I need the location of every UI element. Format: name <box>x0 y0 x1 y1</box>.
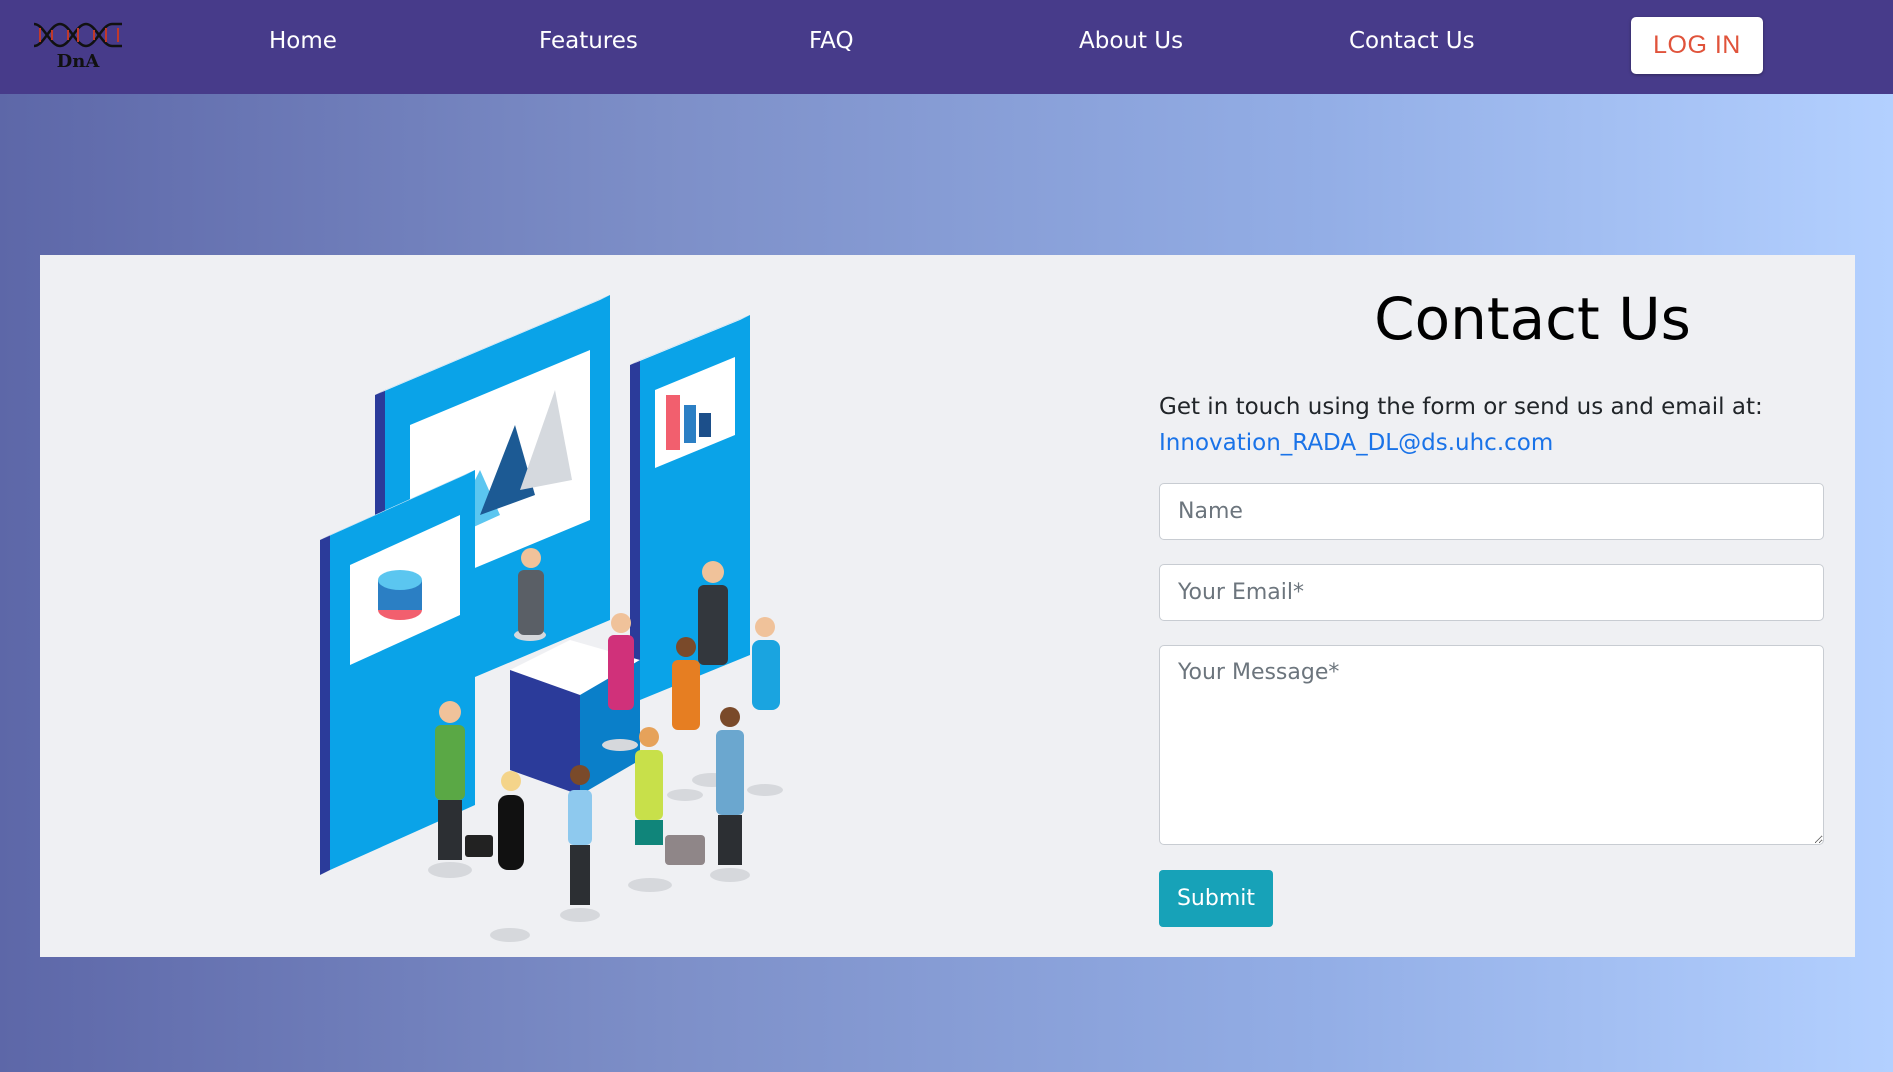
message-field[interactable] <box>1159 645 1824 845</box>
logo-text: DnA <box>56 51 100 72</box>
email-link[interactable]: Innovation_RADA_DL@ds.uhc.com <box>1159 425 1799 461</box>
nav-link-contact-us[interactable]: Contact Us <box>1349 28 1475 54</box>
nav-link-features[interactable]: Features <box>539 28 638 54</box>
nav-link-faq[interactable]: FAQ <box>809 28 854 54</box>
nav-link-home[interactable]: Home <box>269 28 337 54</box>
email-field[interactable] <box>1159 564 1824 621</box>
nav-link-about-us[interactable]: About Us <box>1079 28 1183 54</box>
intro-text: Get in touch using the form or send us a… <box>1159 394 1763 420</box>
login-button[interactable]: LOG IN <box>1631 17 1763 74</box>
exhibition-booth-illustration <box>320 295 783 942</box>
dna-logo-icon[interactable]: DnA <box>32 20 124 72</box>
contact-card: Contact Us Get in touch using the form o… <box>40 255 1855 957</box>
page-title: Contact Us <box>1374 285 1691 353</box>
contact-intro: Get in touch using the form or send us a… <box>1159 389 1799 461</box>
submit-button[interactable]: Submit <box>1159 870 1273 927</box>
name-field[interactable] <box>1159 483 1824 540</box>
top-navbar: DnA Home Features FAQ About Us Contact U… <box>0 0 1893 94</box>
dna-helix-icon <box>33 22 122 48</box>
